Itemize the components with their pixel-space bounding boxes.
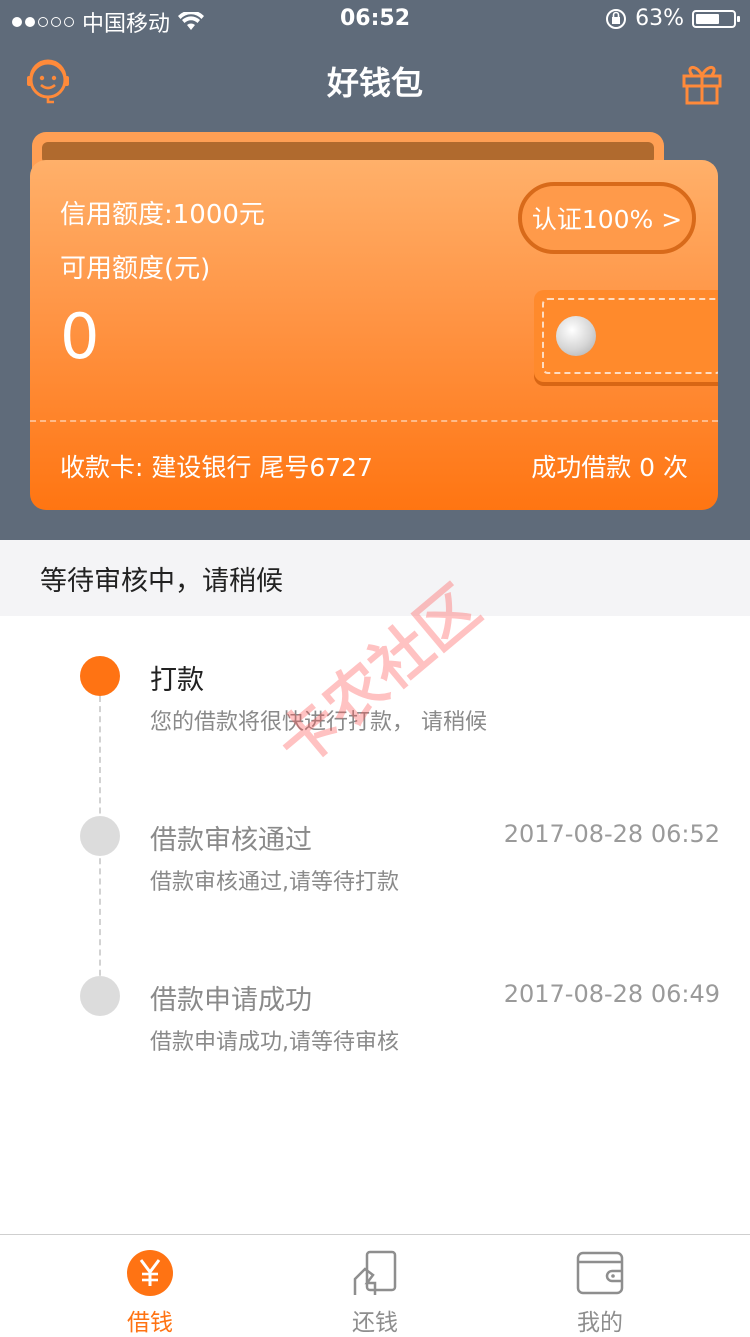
step-dot [80,976,120,1016]
step-title: 打款 [150,665,204,696]
receiving-card-info: 收款卡: 建设银行 尾号6727 [60,453,373,482]
step-desc: 借款申请成功,请等待审核 [150,1030,399,1055]
tab-label: 还钱 [352,1310,398,1336]
status-right: 63% [605,6,740,31]
battery-percent: 63% [635,6,684,31]
step-dot-active [80,656,120,696]
tab-label: 借钱 [127,1310,173,1336]
step-title: 借款审核通过 [150,825,312,856]
page-title: 好钱包 [326,64,423,102]
yen-circle-icon [127,1250,173,1296]
gift-icon[interactable] [680,58,724,106]
tab-repay[interactable]: 还钱 [315,1245,435,1336]
step-time: 2017-08-28 06:52 [503,820,720,848]
battery-icon [692,9,740,28]
certification-button[interactable]: 认证100% > [518,182,696,254]
tab-bar: 借钱 还钱 我的 [0,1234,750,1336]
svg-text:卡农社区: 卡农社区 [264,573,493,781]
repay-icon [353,1250,397,1295]
wallet-clasp [534,290,718,382]
step-dot [80,816,120,856]
tab-borrow[interactable]: 借钱 [90,1245,210,1336]
loan-count: 成功借款 0 次 [531,453,688,482]
available-credit-label: 可用额度(元) [60,254,211,284]
available-credit-value: 0 [60,300,100,373]
tab-mine[interactable]: 我的 [540,1245,660,1336]
rotation-lock-icon [606,8,627,29]
status-banner-text: 等待审核中，请稍候 [40,565,283,597]
credit-limit-label: 信用额度:1000元 [60,200,265,230]
step-title: 借款申请成功 [150,985,312,1016]
clasp-button-icon [556,316,596,356]
status-bar: 中国移动 06:52 63% [0,0,750,40]
step-time: 2017-08-28 06:49 [503,980,720,1008]
step-desc: 借款审核通过,请等待打款 [150,870,399,895]
tab-label: 我的 [577,1310,623,1336]
navbar: 好钱包 [0,40,750,126]
card-divider [30,420,718,422]
wallet-icon [576,1251,624,1295]
wallet-card[interactable]: 信用额度:1000元 可用额度(元) 0 认证100% > 收款卡: 建设银行 … [30,160,718,510]
